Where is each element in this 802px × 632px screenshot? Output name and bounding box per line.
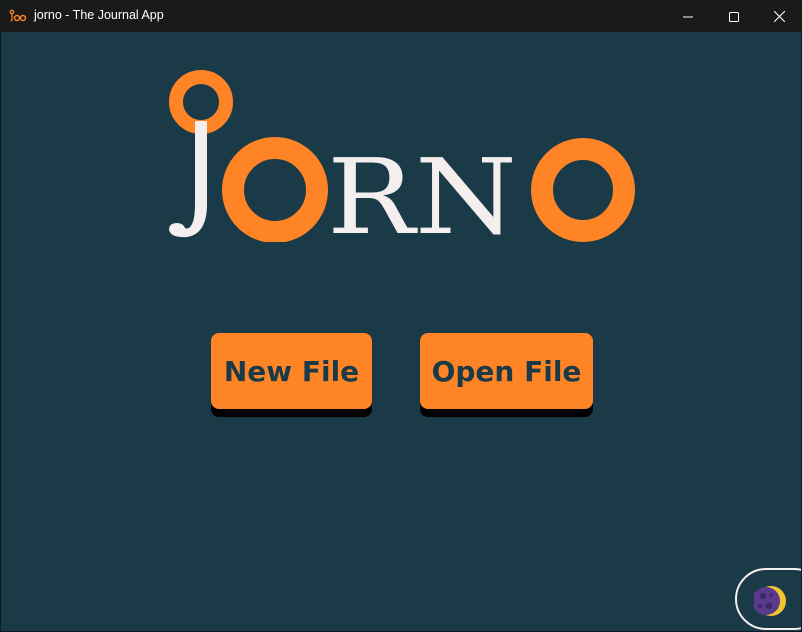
title-bar[interactable]: jorno - The Journal App [1, 1, 801, 32]
close-button[interactable] [756, 1, 801, 32]
main-content: RN New File Open File [1, 32, 801, 631]
minimize-icon [683, 16, 693, 17]
new-file-button[interactable]: New File [211, 333, 372, 409]
maximize-button[interactable] [711, 1, 757, 32]
jorno-app-icon [9, 9, 27, 22]
svg-text:RN: RN [327, 136, 517, 242]
moon-icon [754, 586, 786, 616]
close-icon [773, 11, 785, 22]
jorno-logo: RN [169, 70, 635, 242]
app-window: jorno - The Journal App RN New File Open… [0, 0, 802, 632]
maximize-icon [729, 11, 739, 22]
open-file-button[interactable]: Open File [420, 333, 593, 409]
theme-toggle[interactable] [735, 568, 801, 630]
window-title: jorno - The Journal App [34, 8, 164, 22]
minimize-button[interactable] [665, 1, 711, 32]
